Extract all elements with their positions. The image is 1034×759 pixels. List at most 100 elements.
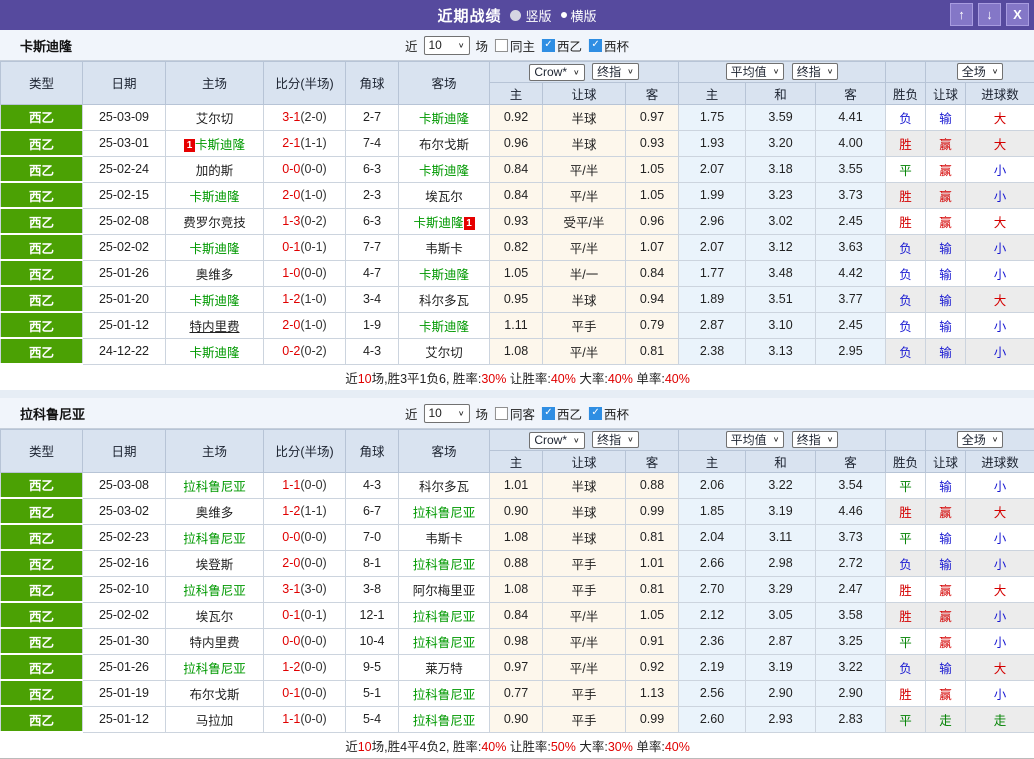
league-checkbox[interactable]: ✓ 西乙 xyxy=(542,36,582,55)
close-button[interactable]: X xyxy=(1006,3,1029,26)
team-link[interactable]: 艾尔切 xyxy=(425,346,463,360)
team-link[interactable]: 卡斯迪隆 xyxy=(413,216,463,230)
team-link[interactable]: 埃瓦尔 xyxy=(425,190,463,204)
scroll-up-button[interactable]: ↑ xyxy=(950,3,973,26)
team-link[interactable]: 卡斯迪隆 xyxy=(419,320,469,334)
odds-time-select[interactable]: 终指∨ xyxy=(592,431,639,448)
full-match-select[interactable]: 全场∨ xyxy=(957,63,1004,80)
avg-time-select[interactable]: 终指∨ xyxy=(792,63,839,80)
team-link[interactable]: 拉科鲁尼亚 xyxy=(183,480,246,494)
team-link[interactable]: 拉科鲁尼亚 xyxy=(413,714,476,728)
team-link[interactable]: 马拉加 xyxy=(196,714,234,728)
halftime-score: (0-0) xyxy=(300,162,326,176)
odds-time-select[interactable]: 终指∨ xyxy=(592,63,639,80)
team-link[interactable]: 奥维多 xyxy=(196,268,234,282)
home-team-cell: 卡斯迪隆 xyxy=(166,338,264,364)
home-team-cell: 马拉加 xyxy=(166,706,264,732)
corner-count: 2-7 xyxy=(346,104,399,130)
recent-count-select[interactable]: 10 ∨ xyxy=(423,36,469,55)
avg-select[interactable]: 平均值∨ xyxy=(726,431,785,448)
full-match-select[interactable]: 全场∨ xyxy=(957,431,1004,448)
result-outcome: 负 xyxy=(886,654,926,680)
company-select[interactable]: Crow*∨ xyxy=(529,432,584,449)
recent-count-value: 10 xyxy=(428,406,441,420)
team-link[interactable]: 卡斯迪隆 xyxy=(419,268,469,282)
team-link[interactable]: 科尔多瓦 xyxy=(419,294,469,308)
filter-controls: 近 10 ∨ 场 同主 ✓ 西乙 ✓ 西杯 xyxy=(405,36,629,55)
chevron-down-icon: ∨ xyxy=(827,67,834,76)
avg-draw-odds: 3.48 xyxy=(746,260,816,286)
team-link[interactable]: 布尔戈斯 xyxy=(419,138,469,152)
layout-vertical-radio[interactable]: 竖版 xyxy=(510,6,551,25)
handicap-line: 平/半 xyxy=(543,338,626,364)
avg-away-odds: 2.83 xyxy=(816,706,886,732)
same-venue-label: 同客 xyxy=(510,404,535,423)
team-link[interactable]: 特内里费 xyxy=(189,320,239,334)
team-link[interactable]: 卡斯迪隆 xyxy=(189,190,239,204)
team-link[interactable]: 布尔戈斯 xyxy=(189,688,239,702)
team-link[interactable]: 奥维多 xyxy=(196,506,234,520)
team-link[interactable]: 拉科鲁尼亚 xyxy=(413,558,476,572)
result-goals: 小 xyxy=(966,628,1034,654)
avg-away-odds: 3.25 xyxy=(816,628,886,654)
same-venue-checkbox[interactable]: 同客 xyxy=(495,404,535,423)
halftime-score: (0-0) xyxy=(300,712,326,726)
team-link[interactable]: 拉科鲁尼亚 xyxy=(413,688,476,702)
team-link[interactable]: 莱万特 xyxy=(425,662,463,676)
home-team-cell: 卡斯迪隆 xyxy=(166,234,264,260)
team-link[interactable]: 卡斯迪隆 xyxy=(419,164,469,178)
company-select[interactable]: Crow*∨ xyxy=(529,64,584,81)
team-link[interactable]: 卡斯迪隆 xyxy=(189,346,239,360)
corner-count: 8-1 xyxy=(346,550,399,576)
avg-time-select[interactable]: 终指∨ xyxy=(792,431,839,448)
team-link[interactable]: 卡斯迪隆 xyxy=(195,138,245,152)
team-link[interactable]: 韦斯卡 xyxy=(425,242,463,256)
team-link[interactable]: 埃瓦尔 xyxy=(196,610,234,624)
cup-checkbox[interactable]: ✓ 西杯 xyxy=(589,404,629,423)
team-link[interactable]: 费罗尔竞技 xyxy=(183,216,246,230)
company-select-value: Crow* xyxy=(534,65,567,79)
team-link[interactable]: 科尔多瓦 xyxy=(419,480,469,494)
match-row: 西乙25-02-15卡斯迪隆2-0(1-0)2-3埃瓦尔0.84平/半1.051… xyxy=(1,182,1034,208)
corner-count: 6-7 xyxy=(346,498,399,524)
team-link[interactable]: 卡斯迪隆 xyxy=(189,242,239,256)
team-link[interactable]: 拉科鲁尼亚 xyxy=(183,532,246,546)
team-link[interactable]: 加的斯 xyxy=(196,164,234,178)
away-team-cell: 埃瓦尔 xyxy=(399,182,490,208)
avg-draw-odds: 3.19 xyxy=(746,654,816,680)
team-link[interactable]: 拉科鲁尼亚 xyxy=(183,584,246,598)
league-checkbox[interactable]: ✓ 西乙 xyxy=(542,404,582,423)
score-cell: 1-2(1-0) xyxy=(264,286,346,312)
team-link[interactable]: 艾尔切 xyxy=(196,112,234,126)
avg-select[interactable]: 平均值∨ xyxy=(726,63,785,80)
team-link[interactable]: 韦斯卡 xyxy=(425,532,463,546)
avg-home-odds: 2.38 xyxy=(679,338,746,364)
scroll-down-button[interactable]: ↓ xyxy=(978,3,1001,26)
score-cell: 0-1(0-1) xyxy=(264,234,346,260)
team-link[interactable]: 拉科鲁尼亚 xyxy=(183,662,246,676)
team-link[interactable]: 拉科鲁尼亚 xyxy=(413,506,476,520)
same-venue-checkbox[interactable]: 同主 xyxy=(495,36,535,55)
league-badge: 西乙 xyxy=(1,524,83,550)
avg-home-odds: 2.87 xyxy=(679,312,746,338)
team-link[interactable]: 阿尔梅里亚 xyxy=(413,584,476,598)
same-venue-label: 同主 xyxy=(510,36,535,55)
layout-horizontal-radio[interactable]: 横版 xyxy=(561,6,597,25)
team-link[interactable]: 埃登斯 xyxy=(196,558,234,572)
chevron-down-icon: ∨ xyxy=(992,67,999,76)
team-link[interactable]: 卡斯迪隆 xyxy=(419,112,469,126)
halftime-score: (0-2) xyxy=(300,344,326,358)
cup-checkbox[interactable]: ✓ 西杯 xyxy=(589,36,629,55)
match-date: 25-01-12 xyxy=(83,706,166,732)
recent-count-select[interactable]: 10 ∨ xyxy=(423,404,469,423)
handicap-line: 平手 xyxy=(543,550,626,576)
team-link[interactable]: 卡斯迪隆 xyxy=(189,294,239,308)
team-link[interactable]: 拉科鲁尼亚 xyxy=(413,636,476,650)
handicap-line: 平/半 xyxy=(543,654,626,680)
chevron-down-icon: ∨ xyxy=(458,409,465,418)
team-link[interactable]: 特内里费 xyxy=(189,636,239,650)
away-team-cell: 拉科鲁尼亚 xyxy=(399,706,490,732)
section-divider xyxy=(0,390,1034,398)
team-link[interactable]: 拉科鲁尼亚 xyxy=(413,610,476,624)
handicap-away-odds: 0.96 xyxy=(626,208,679,234)
